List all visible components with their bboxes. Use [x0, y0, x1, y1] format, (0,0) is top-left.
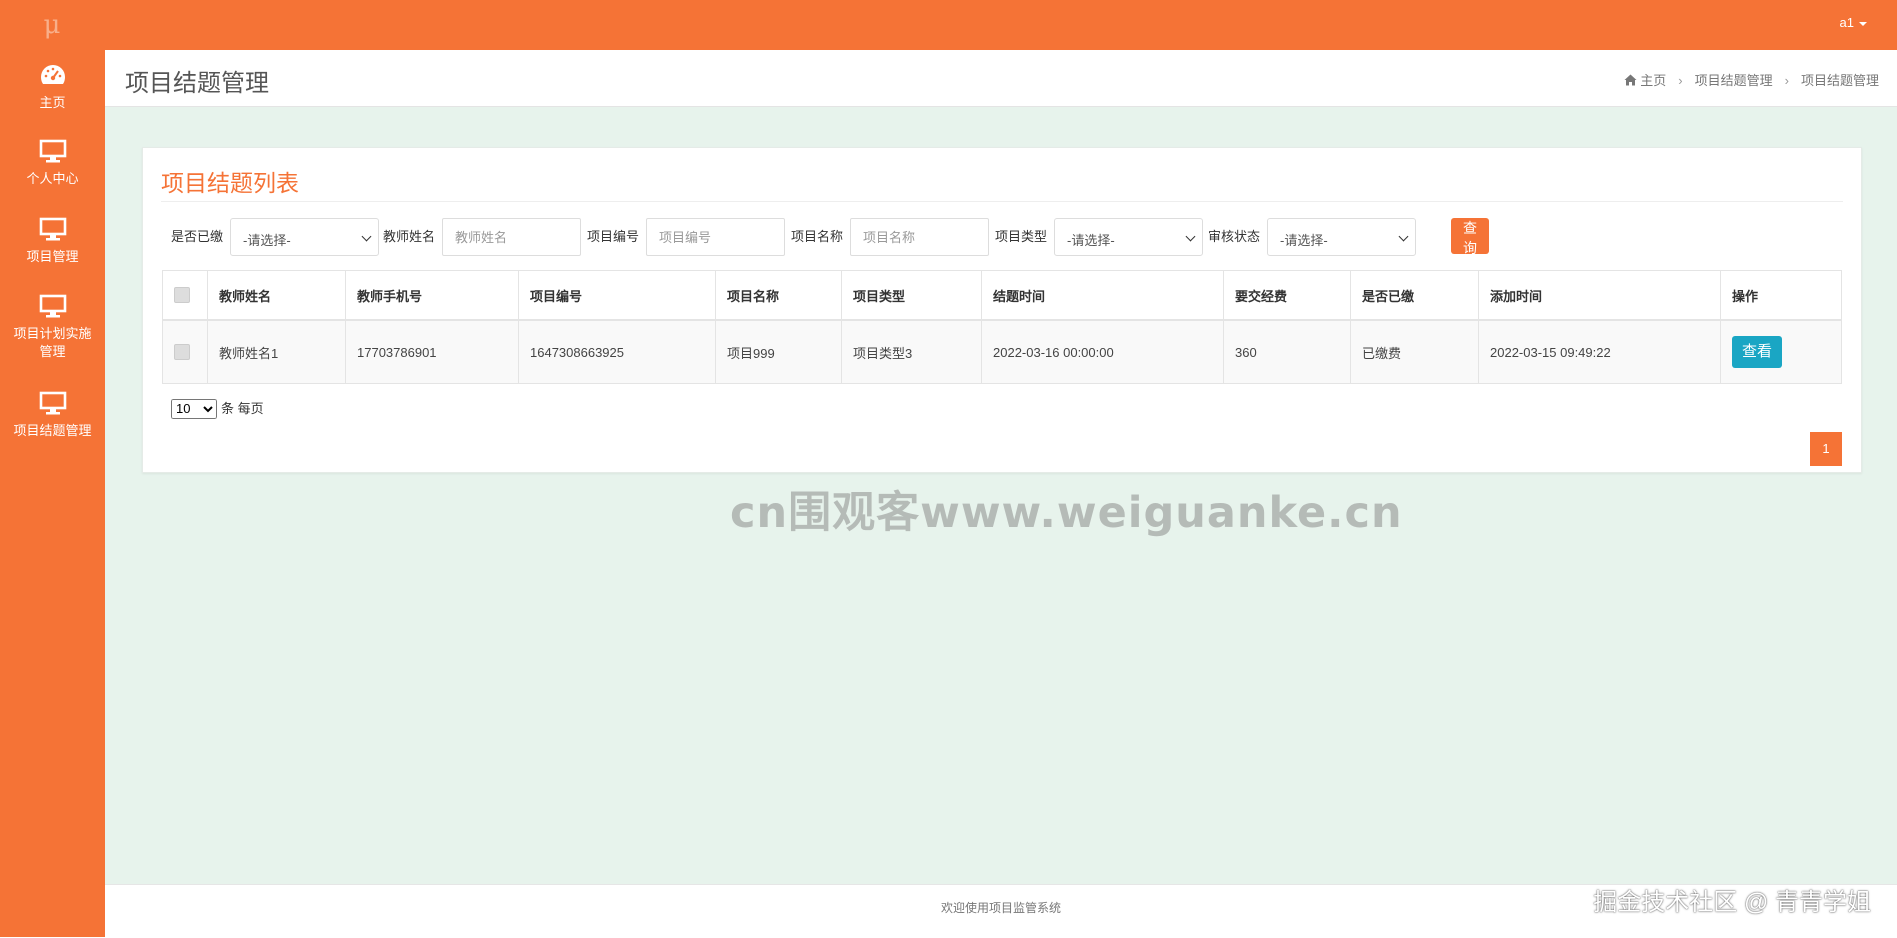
breadcrumb-home[interactable]: 主页 — [1640, 73, 1666, 88]
row-select-cell — [162, 319, 208, 384]
caret-down-icon — [1859, 21, 1867, 26]
breadcrumb-current: 项目结题管理 — [1800, 73, 1879, 88]
cell-actions: 查看 — [1720, 319, 1842, 384]
page-header: 项目结题管理 主页 › 项目结题管理 › 项目结题管理 — [105, 50, 1897, 107]
column-header: 项目类型 — [841, 270, 982, 321]
breadcrumb-item[interactable]: 项目结题管理 — [1695, 73, 1773, 88]
sidebar-item-home[interactable]: 主页 — [0, 62, 105, 112]
cell-added-time: 2022-03-15 09:49:22 — [1478, 319, 1721, 384]
monitor-icon — [39, 294, 66, 318]
list-panel: 项目结题列表 是否已缴 -请选择- 教师姓名 项目编号 项目名称 项目类型 -请… — [142, 147, 1862, 473]
column-header: 项目编号 — [518, 270, 716, 321]
monitor-icon — [39, 217, 66, 241]
cell-project-name: 项目999 — [715, 319, 842, 384]
cell-fee: 360 — [1223, 319, 1351, 384]
chevron-down-icon — [1185, 231, 1196, 242]
data-table: 教师姓名 教师手机号 项目编号 项目名称 项目类型 结题时间 要交经费 是否已缴… — [162, 270, 1842, 384]
table-row: 教师姓名1 17703786901 1647308663925 项目999 项目… — [162, 319, 1842, 384]
cell-teacher-phone: 17703786901 — [345, 319, 519, 384]
project-code-label: 项目编号 — [587, 229, 640, 244]
chevron-down-icon — [1398, 231, 1409, 242]
cell-project-type: 项目类型3 — [841, 319, 982, 384]
sidebar-item-project-management[interactable]: 项目管理 — [0, 216, 105, 266]
panel-title: 项目结题列表 — [161, 170, 299, 196]
column-header: 项目名称 — [715, 270, 842, 321]
select-all-header — [162, 270, 208, 321]
column-header: 要交经费 — [1223, 270, 1351, 321]
monitor-icon — [39, 391, 66, 415]
user-menu[interactable]: a1 — [1840, 15, 1867, 30]
paid-label: 是否已缴 — [171, 229, 224, 244]
row-checkbox[interactable] — [174, 344, 190, 361]
column-header: 结题时间 — [981, 270, 1224, 321]
teacher-label: 教师姓名 — [383, 229, 436, 244]
column-header: 教师姓名 — [207, 270, 346, 321]
main-content: 项目结题管理 主页 › 项目结题管理 › 项目结题管理 项目结题列表 是否已缴 -请选择… — [105, 50, 1897, 937]
audit-status-select[interactable]: -请选择- — [1267, 218, 1416, 256]
paid-select-value: -请选择- — [243, 233, 291, 248]
page-size-suffix: 条 每页 — [221, 401, 264, 416]
page-button[interactable]: 1 — [1810, 432, 1842, 466]
page-size-control: 10 条 每页 — [171, 398, 264, 419]
select-all-checkbox[interactable] — [174, 287, 190, 304]
dashboard-icon — [40, 65, 65, 84]
watermark: cn围观客www.weiguanke.cn — [730, 488, 1403, 538]
table-header-row: 教师姓名 教师手机号 项目编号 项目名称 项目类型 结题时间 要交经费 是否已缴… — [162, 270, 1842, 321]
column-header: 添加时间 — [1478, 270, 1721, 321]
chevron-right-icon: › — [1784, 73, 1789, 88]
audit-status-select-value: -请选择- — [1280, 233, 1328, 248]
audit-status-label: 审核状态 — [1208, 229, 1261, 244]
column-header: 教师手机号 — [345, 270, 519, 321]
project-type-select-value: -请选择- — [1067, 233, 1115, 248]
logo: μ — [43, 10, 61, 40]
project-type-label: 项目类型 — [995, 229, 1048, 244]
sidebar: 主页 个人中心 项目管理 项目计划实施管理 项目结题管理 — [0, 50, 105, 937]
cell-paid-status: 已缴费 — [1350, 319, 1479, 384]
page-size-select[interactable]: 10 — [171, 398, 217, 419]
project-name-label: 项目名称 — [791, 229, 844, 244]
divider — [161, 201, 1843, 202]
monitor-icon — [39, 139, 66, 163]
sidebar-item-project-closing[interactable]: 项目结题管理 — [0, 390, 105, 440]
paid-select[interactable]: -请选择- — [230, 218, 379, 256]
project-name-input[interactable] — [850, 218, 989, 256]
cell-end-time: 2022-03-16 00:00:00 — [981, 319, 1224, 384]
chevron-down-icon — [361, 231, 372, 242]
sidebar-item-personal-center[interactable]: 个人中心 — [0, 138, 105, 188]
column-header: 操作 — [1720, 270, 1842, 321]
sidebar-item-plan-implementation[interactable]: 项目计划实施管理 — [0, 293, 105, 361]
sidebar-item-label: 项目管理 — [26, 249, 79, 264]
cell-teacher-name: 教师姓名1 — [207, 319, 346, 384]
top-bar: μ a1 — [0, 0, 1897, 50]
teacher-name-input[interactable] — [442, 218, 581, 256]
view-button[interactable]: 查看 — [1732, 336, 1783, 368]
chevron-right-icon: › — [1678, 73, 1683, 88]
project-code-input[interactable] — [646, 218, 785, 256]
page-title: 项目结题管理 — [125, 70, 269, 97]
credit-watermark: 掘金技术社区 @ 青青学姐 — [1593, 889, 1871, 916]
cell-project-code: 1647308663925 — [518, 319, 716, 384]
home-icon — [1624, 74, 1637, 86]
sidebar-item-label: 个人中心 — [26, 171, 79, 186]
breadcrumb: 主页 › 项目结题管理 › 项目结题管理 — [1624, 70, 1879, 89]
user-name: a1 — [1839, 15, 1854, 30]
project-type-select[interactable]: -请选择- — [1054, 218, 1203, 256]
query-button[interactable]: 查询 — [1451, 218, 1489, 256]
sidebar-item-label: 主页 — [39, 95, 66, 110]
sidebar-item-label: 项目计划实施管理 — [13, 326, 92, 359]
sidebar-item-label: 项目结题管理 — [13, 423, 92, 438]
column-header: 是否已缴 — [1350, 270, 1479, 321]
